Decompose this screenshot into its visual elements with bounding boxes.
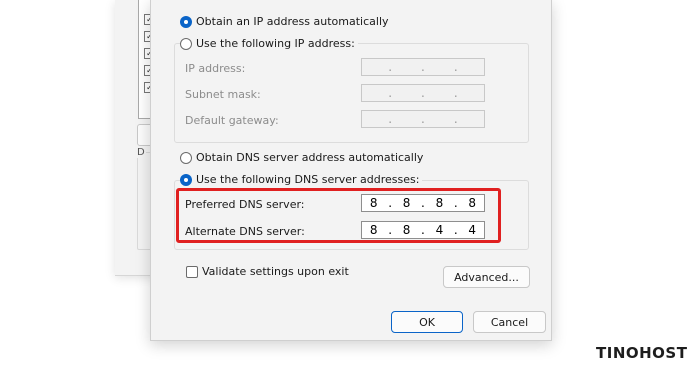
use-following-ip-radio[interactable] [180, 37, 192, 50]
ip-address-label: IP address: [185, 62, 246, 75]
advanced-button-label: Advanced... [454, 270, 519, 284]
cancel-button[interactable]: Cancel [473, 311, 546, 333]
description-group-label: D [136, 147, 146, 158]
ipv4-properties-dialog: Obtain an IP address automatically Use t… [150, 0, 552, 341]
validate-settings-label: Validate settings upon exit [202, 265, 349, 278]
subnet-mask-input[interactable]: ... [361, 84, 485, 102]
preferred-dns-label: Preferred DNS server: [185, 198, 305, 211]
obtain-ip-auto-label: Obtain an IP address automatically [196, 15, 389, 28]
use-following-ip-option[interactable]: Use the following IP address: [180, 37, 358, 50]
tinohost-watermark: TINOHOST [596, 344, 688, 362]
ok-button-label: OK [419, 315, 435, 329]
obtain-dns-auto-option[interactable]: Obtain DNS server address automatically [180, 151, 423, 164]
default-gateway-label: Default gateway: [185, 114, 279, 127]
obtain-ip-auto-radio[interactable] [180, 15, 192, 28]
default-gateway-input[interactable]: ... [361, 110, 485, 128]
ok-button[interactable]: OK [391, 311, 463, 333]
cancel-button-label: Cancel [490, 315, 529, 329]
ip-address-input[interactable]: ... [361, 58, 485, 76]
preferred-dns-input[interactable]: 8.8.8.8 [361, 194, 485, 212]
use-following-dns-option[interactable]: Use the following DNS server addresses: [180, 173, 423, 186]
advanced-button[interactable]: Advanced... [443, 266, 530, 288]
subnet-mask-label: Subnet mask: [185, 88, 261, 101]
obtain-ip-auto-option[interactable]: Obtain an IP address automatically [180, 15, 389, 28]
alternate-dns-label: Alternate DNS server: [185, 225, 305, 238]
use-following-dns-radio[interactable] [180, 173, 192, 186]
obtain-dns-auto-label: Obtain DNS server address automatically [196, 151, 424, 164]
validate-settings-checkbox[interactable] [186, 266, 198, 278]
use-following-dns-label: Use the following DNS server addresses: [196, 173, 420, 186]
alternate-dns-input[interactable]: 8.8.4.4 [361, 221, 485, 239]
use-following-ip-label: Use the following IP address: [196, 37, 355, 50]
obtain-dns-auto-radio[interactable] [180, 151, 192, 164]
